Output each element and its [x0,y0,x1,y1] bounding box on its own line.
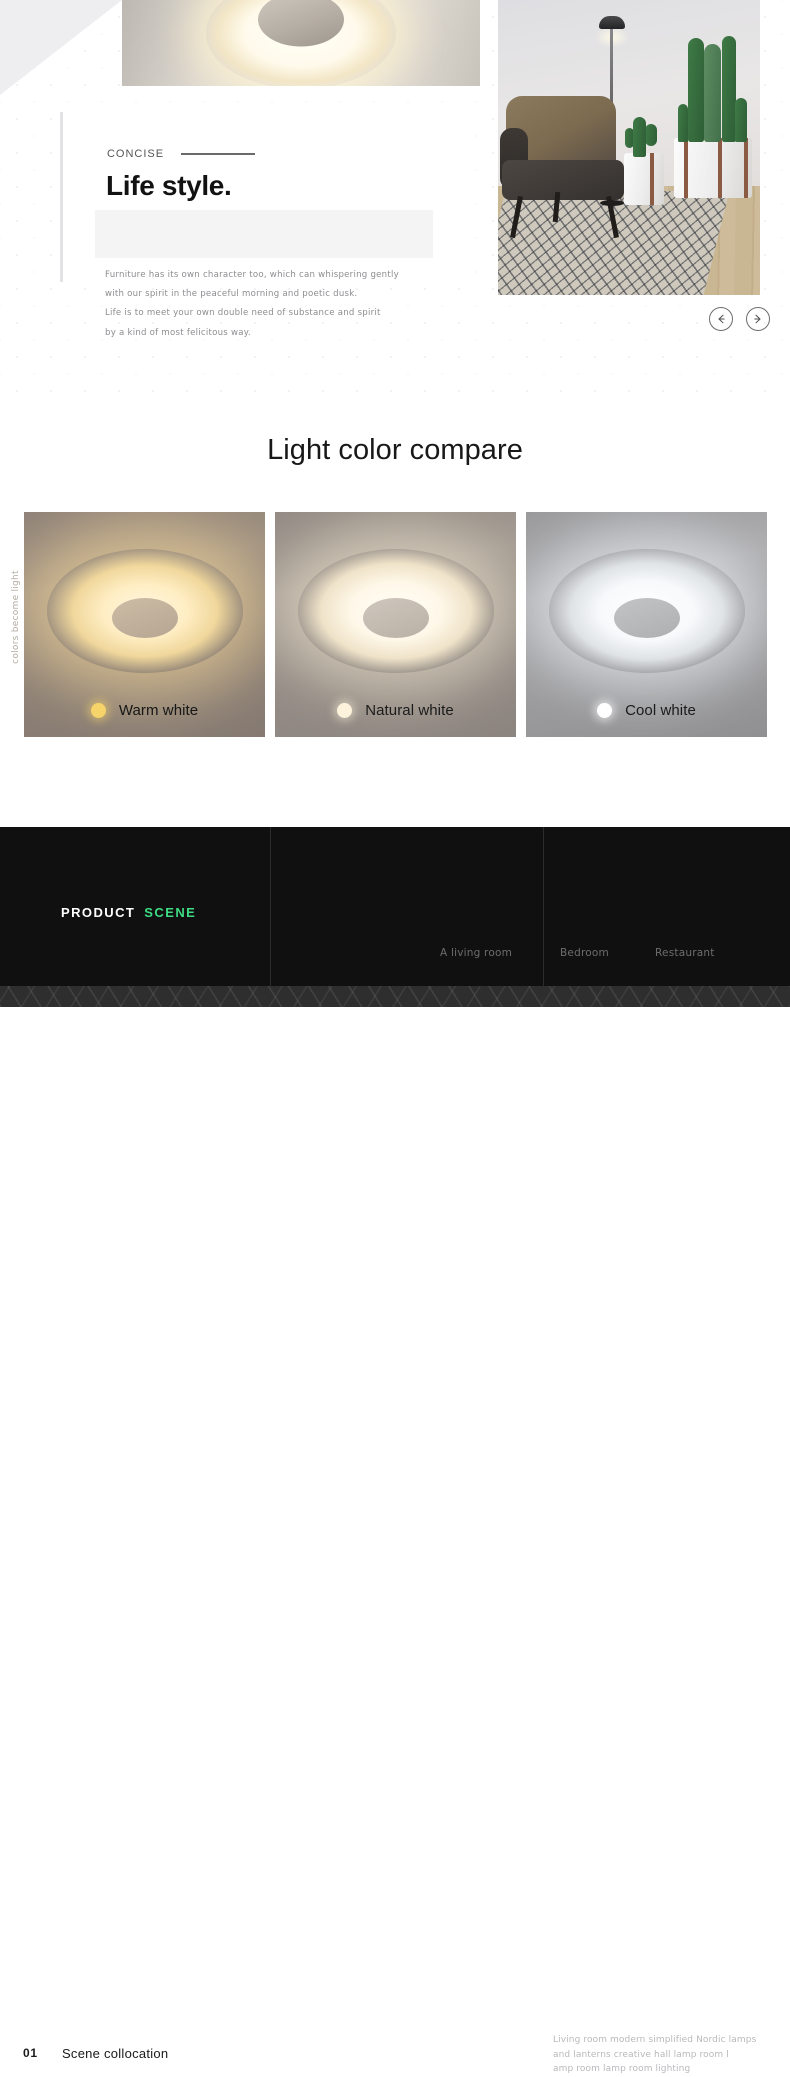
hero-lamp-photo [122,0,480,86]
hero-section: CONCISE Life style. Furniture has its ow… [0,0,790,400]
hero-room-photo [498,0,760,295]
footer-description: Living room modern simplified Nordic lam… [553,2033,783,2077]
hero-gray-band [95,210,433,258]
plant-pot-large [674,138,752,198]
light-card-natural-white[interactable]: Natural white [275,512,516,737]
swatch-label: Warm white [118,702,199,719]
vertical-tagline: colors become light [11,570,21,664]
footer-desc-line: amp room lamp room lighting [553,2064,691,2075]
light-card-warm-white[interactable]: Warm white [24,512,265,737]
page-title: Life style. [106,170,232,201]
cactus-arm [678,104,688,142]
kicker-row: CONCISE [107,148,256,160]
scene-brand-primary: PRODUCT [61,905,136,920]
cactus-arm [735,98,747,142]
color-dot-icon [337,703,353,718]
body-line: by a kind of most felicitous way. [105,327,251,338]
footer-desc-line: and lanterns creative hall lamp room l [553,2049,729,2060]
lamp-center-hole [111,597,178,638]
scene-divider [543,827,544,994]
scene-tab-bedroom[interactable]: Bedroom [560,947,655,959]
light-color-cards: Warm white Natural white Cool white [24,512,767,737]
scene-brand: PRODUCT SCENE [61,905,196,920]
footer-section: 01 Scene collocation Living room modern … [0,1007,790,2074]
kicker-label: CONCISE [107,148,165,160]
carousel-prev-button[interactable] [709,307,733,331]
carousel-controls [709,307,770,331]
hero-body-copy: Furniture has its own character too, whi… [105,266,505,343]
light-card-cool-white[interactable]: Cool white [526,512,767,737]
cactus-arm [645,124,657,146]
body-line: Life is to meet your own double need of … [105,308,381,319]
plant-pot-small [624,153,664,205]
color-dot-icon [597,703,613,718]
corner-triangle-decoration [0,0,122,95]
swatch-row: Warm white [24,702,265,719]
compare-section-title: Light color compare [267,434,523,466]
footer-title: Scene collocation [62,2046,169,2061]
hatch-divider-band [0,986,790,1007]
cactus-small [633,117,646,157]
room-rug [498,191,730,295]
swatch-row: Cool white [526,702,767,719]
swatch-label: Natural white [365,702,454,719]
cactus-tall [704,44,721,142]
arrow-right-icon [754,314,761,324]
swatch-label: Cool white [625,702,696,719]
body-line: with our spirit in the peaceful morning … [105,289,358,300]
footer-desc-line: Living room modern simplified Nordic lam… [553,2035,757,2045]
scene-tabs: A living room Bedroom Restaurant [440,947,770,959]
floor-lamp-head [599,16,625,29]
lamp-center-hole [362,597,429,638]
cactus-tall [722,36,736,142]
color-dot-icon [90,703,106,718]
lamp-center-hole [613,597,680,638]
scene-tab-living-room[interactable]: A living room [440,947,560,959]
carousel-next-button[interactable] [746,307,770,331]
swatch-row: Natural white [275,702,516,719]
armchair-seat [502,160,624,200]
scene-divider [270,827,271,994]
kicker-rule [181,153,256,155]
cactus-tall [688,38,704,142]
scene-tab-restaurant[interactable]: Restaurant [655,947,765,959]
body-line: Furniture has its own character too, whi… [105,270,399,280]
scene-brand-accent: SCENE [144,905,197,920]
arrow-left-icon [718,314,725,324]
footer-index-number: 01 [23,2046,38,2060]
